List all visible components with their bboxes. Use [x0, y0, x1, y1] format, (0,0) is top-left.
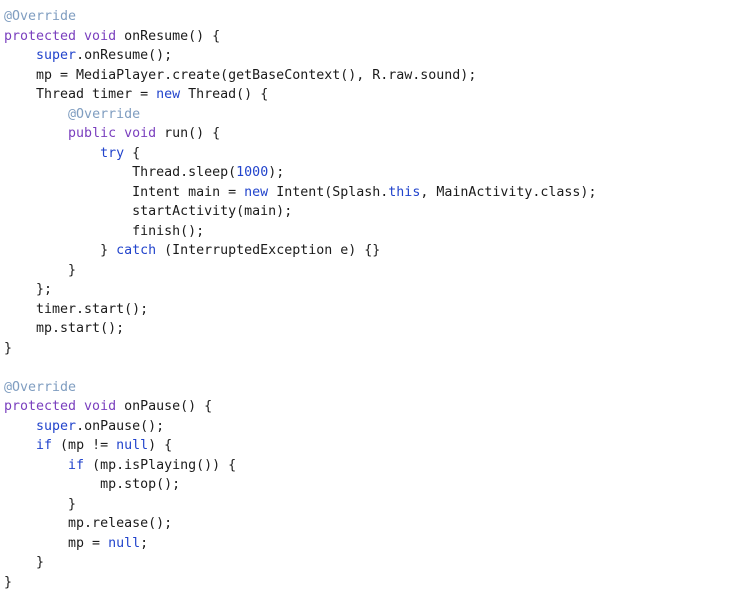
code-line: protected void onPause() { [4, 397, 740, 417]
code-token-annotation: @Override [4, 380, 76, 395]
code-token-plain: mp.release(); [4, 516, 172, 531]
code-token-keyword: null [116, 438, 148, 453]
code-token-plain: ) { [148, 438, 172, 453]
code-token-plain: timer.start(); [4, 302, 148, 317]
code-token-plain: mp.start(); [4, 321, 124, 336]
code-token-plain: run() { [156, 126, 220, 141]
code-token-keyword: null [108, 536, 140, 551]
code-listing[interactable]: @Override protected void onResume() { sup… [0, 0, 740, 592]
code-line: mp.stop(); [4, 475, 740, 495]
code-line: Intent main = new Intent(Splash.this, Ma… [4, 183, 740, 203]
code-line: try { [4, 144, 740, 164]
code-token-plain: Thread timer = [4, 87, 156, 102]
code-line: } catch (InterruptedException e) {} [4, 241, 740, 261]
code-line: } [4, 261, 740, 281]
code-line: if (mp != null) { [4, 436, 740, 456]
code-line: } [4, 339, 740, 359]
code-line: mp = MediaPlayer.create(getBaseContext()… [4, 66, 740, 86]
code-token-keyword: this [388, 185, 420, 200]
code-token-plain: }; [4, 282, 52, 297]
code-token-modifier: public void [68, 126, 156, 141]
code-line: super.onPause(); [4, 417, 740, 437]
code-token-plain: Intent main = [4, 185, 244, 200]
code-line: mp.start(); [4, 319, 740, 339]
code-line: startActivity(main); [4, 202, 740, 222]
code-line: } [4, 573, 740, 592]
code-token-plain: onResume() { [116, 29, 220, 44]
code-line: }; [4, 280, 740, 300]
code-line: } [4, 495, 740, 515]
code-token-annotation: @Override [4, 9, 76, 24]
code-token-plain [4, 48, 36, 63]
code-token-keyword: if [68, 458, 84, 473]
code-line: super.onResume(); [4, 46, 740, 66]
code-token-plain: , MainActivity.class); [420, 185, 596, 200]
code-token-plain: } [4, 341, 12, 356]
code-token-plain [4, 419, 36, 434]
code-token-plain: { [124, 146, 140, 161]
code-token-plain: } [4, 497, 76, 512]
code-token-plain: Thread() { [180, 87, 268, 102]
code-token-plain: (mp != [52, 438, 116, 453]
code-line: mp = null; [4, 534, 740, 554]
code-token-number: 1000 [236, 165, 268, 180]
code-line: if (mp.isPlaying()) { [4, 456, 740, 476]
code-token-keyword: super [36, 419, 76, 434]
code-token-plain [4, 107, 68, 122]
code-token-annotation: @Override [68, 107, 140, 122]
code-line: protected void onResume() { [4, 27, 740, 47]
code-token-plain [4, 126, 68, 141]
code-line: Thread timer = new Thread() { [4, 85, 740, 105]
code-token-plain: startActivity(main); [4, 204, 292, 219]
code-line: @Override [4, 7, 740, 27]
code-line: @Override [4, 105, 740, 125]
code-token-plain: finish(); [4, 224, 204, 239]
code-line: finish(); [4, 222, 740, 242]
code-line: timer.start(); [4, 300, 740, 320]
code-line [4, 358, 740, 378]
code-token-plain: } [4, 243, 116, 258]
code-token-plain: } [4, 575, 12, 590]
code-token-plain: ; [140, 536, 148, 551]
code-token-plain [4, 458, 68, 473]
code-token-plain: onPause() { [116, 399, 212, 414]
code-token-plain: mp = [4, 536, 108, 551]
code-line: mp.release(); [4, 514, 740, 534]
code-token-plain: mp = MediaPlayer.create(getBaseContext()… [4, 68, 476, 83]
code-token-plain: .onPause(); [76, 419, 164, 434]
code-line: @Override [4, 378, 740, 398]
code-line: Thread.sleep(1000); [4, 163, 740, 183]
code-line: public void run() { [4, 124, 740, 144]
code-token-keyword: if [36, 438, 52, 453]
code-token-keyword: new [156, 87, 180, 102]
code-token-plain: mp.stop(); [4, 477, 180, 492]
code-token-keyword: catch [116, 243, 156, 258]
code-token-plain: (mp.isPlaying()) { [84, 458, 236, 473]
code-token-keyword: new [244, 185, 268, 200]
code-token-plain: } [4, 555, 44, 570]
code-token-plain: ); [268, 165, 284, 180]
code-line: } [4, 553, 740, 573]
code-token-plain [4, 438, 36, 453]
code-token-keyword: try [100, 146, 124, 161]
code-token-modifier: protected void [4, 29, 116, 44]
code-token-plain: Thread.sleep( [4, 165, 236, 180]
code-token-plain: (InterruptedException e) {} [156, 243, 380, 258]
code-token-plain: Intent(Splash. [268, 185, 388, 200]
code-token-plain: .onResume(); [76, 48, 172, 63]
code-token-modifier: protected void [4, 399, 116, 414]
code-token-plain [4, 146, 100, 161]
code-token-plain: } [4, 263, 76, 278]
code-token-keyword: super [36, 48, 76, 63]
